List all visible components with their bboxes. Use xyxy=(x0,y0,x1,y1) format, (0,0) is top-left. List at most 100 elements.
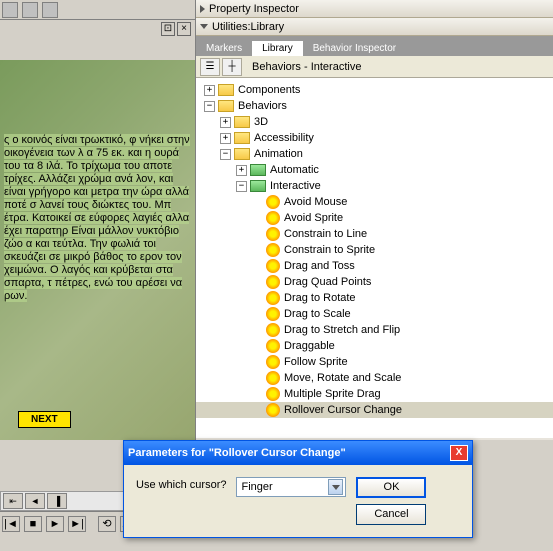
collapse-animation[interactable]: − xyxy=(220,149,231,160)
behavior-icon xyxy=(266,211,280,225)
folder-icon xyxy=(234,148,250,160)
tree-accessibility[interactable]: Accessibility xyxy=(254,132,314,144)
tree-item[interactable]: Drag to Scale xyxy=(196,306,553,322)
behavior-icon xyxy=(266,291,280,305)
behavior-icon xyxy=(266,403,280,417)
tree-item[interactable]: Avoid Sprite xyxy=(196,210,553,226)
ruler-rewind-icon[interactable]: ⇤ xyxy=(3,493,23,509)
expand-icon xyxy=(200,5,205,13)
tool-icon-1[interactable] xyxy=(2,2,18,18)
tree-item[interactable]: Multiple Sprite Drag xyxy=(196,386,553,402)
tree-3d[interactable]: 3D xyxy=(254,116,268,128)
tree-item[interactable]: Move, Rotate and Scale xyxy=(196,370,553,386)
folder-icon xyxy=(218,84,234,96)
forward-button[interactable]: ►| xyxy=(68,516,86,532)
behavior-icon xyxy=(266,243,280,257)
folder-icon xyxy=(250,164,266,176)
utilities-header[interactable]: Utilities:Library xyxy=(196,18,553,36)
collapse-behaviors[interactable]: − xyxy=(204,101,215,112)
tab-library[interactable]: Library xyxy=(252,41,303,56)
tree-item-label: Multiple Sprite Drag xyxy=(284,388,381,400)
property-inspector-header[interactable]: Property Inspector xyxy=(196,0,553,18)
collapse-interactive[interactable]: − xyxy=(236,181,247,192)
dialog-close-button[interactable]: X xyxy=(450,445,468,461)
tree-automatic[interactable]: Automatic xyxy=(270,164,319,176)
tree-interactive[interactable]: Interactive xyxy=(270,180,321,192)
property-inspector-title: Property Inspector xyxy=(209,3,299,15)
cursor-select[interactable]: Finger xyxy=(236,477,346,497)
tree-item[interactable]: Constrain to Line xyxy=(196,226,553,242)
behavior-icon xyxy=(266,307,280,321)
tab-markers[interactable]: Markers xyxy=(196,41,252,56)
next-button[interactable]: NEXT xyxy=(18,411,71,428)
tree-item-label: Follow Sprite xyxy=(284,356,348,368)
tree-item-label: Avoid Sprite xyxy=(284,212,343,224)
tree-item[interactable]: Drag Quad Points xyxy=(196,274,553,290)
expand-components[interactable]: + xyxy=(204,85,215,96)
lib-grid-icon[interactable]: ┼ xyxy=(222,58,242,76)
tree-item[interactable]: Follow Sprite xyxy=(196,354,553,370)
stage-canvas: ς ο κοινός είναι τρωκτικό, φ νήκει στην … xyxy=(0,60,195,440)
folder-icon xyxy=(234,132,250,144)
tree-item-label: Move, Rotate and Scale xyxy=(284,372,401,384)
lib-list-icon[interactable]: ☰ xyxy=(200,58,220,76)
stage-close-icon[interactable]: × xyxy=(177,22,191,36)
stage-undock-icon[interactable]: ⊡ xyxy=(161,22,175,36)
tree-item[interactable]: Drag and Toss xyxy=(196,258,553,274)
tree-item-label: Drag Quad Points xyxy=(284,276,371,288)
behavior-icon xyxy=(266,355,280,369)
behavior-icon xyxy=(266,371,280,385)
dialog-label: Use which cursor? xyxy=(136,477,226,491)
dialog-title: Parameters for "Rollover Cursor Change" xyxy=(128,447,346,459)
stage-text: ς ο κοινός είναι τρωκτικό, φ νήκει στην … xyxy=(0,130,195,307)
expand-accessibility[interactable]: + xyxy=(220,133,231,144)
expand-3d[interactable]: + xyxy=(220,117,231,128)
behavior-icon xyxy=(266,323,280,337)
collapse-icon xyxy=(200,24,208,29)
loop-button[interactable]: ⟲ xyxy=(98,516,116,532)
behavior-icon xyxy=(266,275,280,289)
chevron-down-icon[interactable] xyxy=(328,479,343,495)
tree-item-label: Draggable xyxy=(284,340,335,352)
tree-behaviors[interactable]: Behaviors xyxy=(238,100,287,112)
behavior-icon xyxy=(266,339,280,353)
parameters-dialog: Parameters for "Rollover Cursor Change" … xyxy=(123,440,473,538)
rewind-button[interactable]: |◄ xyxy=(2,516,20,532)
behavior-icon xyxy=(266,387,280,401)
tree-item-label: Drag to Rotate xyxy=(284,292,356,304)
ruler-marker-icon[interactable]: ▐ xyxy=(47,493,67,509)
tool-icon-2[interactable] xyxy=(22,2,38,18)
folder-icon xyxy=(218,100,234,112)
behavior-icon xyxy=(266,259,280,273)
tool-icon-3[interactable] xyxy=(42,2,58,18)
expand-automatic[interactable]: + xyxy=(236,165,247,176)
cancel-button[interactable]: Cancel xyxy=(356,504,426,525)
ruler-back-icon[interactable]: ◄ xyxy=(25,493,45,509)
tree-item-label: Constrain to Line xyxy=(284,228,367,240)
cursor-select-value: Finger xyxy=(241,481,272,493)
tree-item-label: Drag and Toss xyxy=(284,260,355,272)
tree-item-label: Drag to Stretch and Flip xyxy=(284,324,400,336)
library-tree[interactable]: + Components − Behaviors +3D + Accessibilit… xyxy=(196,78,553,438)
lib-current-label: Behaviors - Interactive xyxy=(252,61,361,73)
tree-components[interactable]: Components xyxy=(238,84,300,96)
tree-animation[interactable]: Animation xyxy=(254,148,303,160)
tree-item[interactable]: Rollover Cursor Change xyxy=(196,402,553,418)
folder-icon xyxy=(250,180,266,192)
tree-item[interactable]: Drag to Stretch and Flip xyxy=(196,322,553,338)
stop-button[interactable]: ■ xyxy=(24,516,42,532)
folder-icon xyxy=(234,116,250,128)
behavior-icon xyxy=(266,227,280,241)
tree-item[interactable]: Draggable xyxy=(196,338,553,354)
tree-item-label: Drag to Scale xyxy=(284,308,351,320)
tab-behavior-inspector[interactable]: Behavior Inspector xyxy=(303,41,406,56)
tree-item-label: Avoid Mouse xyxy=(284,196,347,208)
behavior-icon xyxy=(266,195,280,209)
utilities-title: Utilities:Library xyxy=(212,21,284,33)
play-button[interactable]: ► xyxy=(46,516,64,532)
ok-button[interactable]: OK xyxy=(356,477,426,498)
tree-item[interactable]: Drag to Rotate xyxy=(196,290,553,306)
tree-item[interactable]: Avoid Mouse xyxy=(196,194,553,210)
tree-item-label: Rollover Cursor Change xyxy=(284,404,402,416)
tree-item[interactable]: Constrain to Sprite xyxy=(196,242,553,258)
